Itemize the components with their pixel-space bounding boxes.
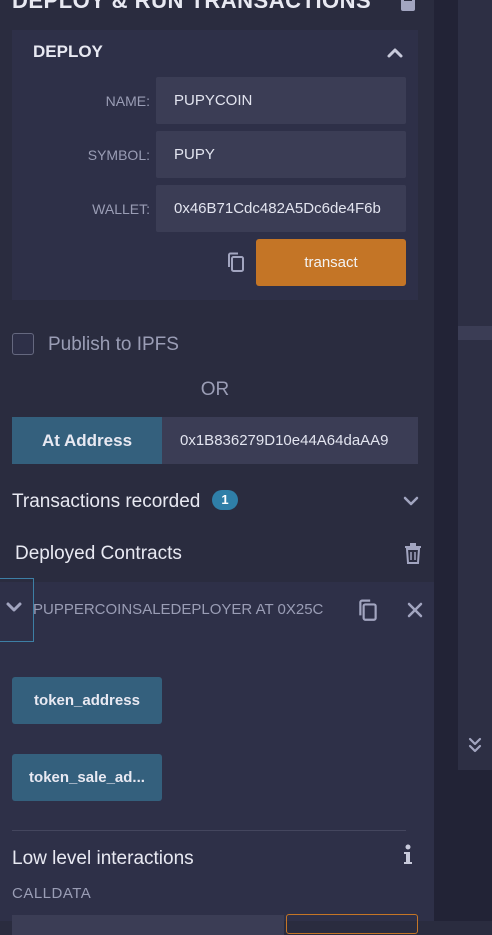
transactions-count-badge: 1 (212, 490, 238, 510)
symbol-input[interactable]: PUPY (156, 131, 406, 178)
chevron-up-icon[interactable] (384, 42, 406, 64)
publish-ipfs-checkbox[interactable] (12, 333, 34, 355)
deploy-section-label: DEPLOY (33, 42, 103, 61)
token-sale-address-button[interactable]: token_sale_ad... (12, 754, 162, 801)
calldata-label: CALLDATA (12, 885, 92, 902)
name-input[interactable]: PUPYCOIN (156, 77, 406, 124)
copy-icon[interactable] (226, 252, 246, 274)
token-address-button[interactable]: token_address (12, 677, 162, 724)
transact-button[interactable]: transact (256, 239, 406, 286)
panel-title: DEPLOY & RUN TRANSACTIONS (12, 0, 372, 13)
wallet-input[interactable]: 0x46B71Cdc482A5Dc6de4F6b (156, 185, 406, 232)
editor-scroll-marker[interactable] (458, 326, 492, 340)
divider (12, 830, 406, 831)
info-icon[interactable] (403, 844, 413, 866)
book-icon[interactable] (399, 0, 417, 12)
calldata-input[interactable] (12, 915, 284, 935)
deploy-run-panel: DEPLOY & RUN TRANSACTIONS DEPLOY NAME: P… (0, 0, 434, 935)
editor-side-strip (434, 0, 492, 921)
deployed-contracts-label: Deployed Contracts (15, 543, 182, 564)
name-label: NAME: (105, 93, 150, 109)
publish-ipfs-label: Publish to IPFS (48, 334, 179, 355)
chevron-down-icon (6, 602, 22, 612)
low-level-interactions-label: Low level interactions (12, 848, 194, 869)
transactions-recorded-label[interactable]: Transactions recorded (12, 491, 200, 513)
trash-icon[interactable] (404, 543, 422, 564)
calldata-transact-button[interactable] (286, 914, 418, 934)
symbol-label: SYMBOL: (87, 147, 150, 163)
at-address-button[interactable]: At Address (12, 417, 162, 464)
at-address-input[interactable]: 0x1B836279D10e44A64daAA9 (162, 417, 418, 464)
close-icon[interactable] (406, 601, 424, 619)
deployed-contract-card (0, 582, 434, 921)
contract-title: PUPPERCOINSALEDEPLOYER AT 0X25C (33, 601, 324, 618)
contract-expand-toggle[interactable] (0, 578, 34, 642)
wallet-label: WALLET: (92, 201, 150, 217)
double-chevron-down-icon[interactable] (458, 732, 492, 758)
editor-gutter (458, 0, 492, 770)
chevron-down-icon[interactable] (402, 493, 420, 509)
copy-icon[interactable] (357, 599, 379, 623)
or-separator: OR (200, 379, 230, 400)
